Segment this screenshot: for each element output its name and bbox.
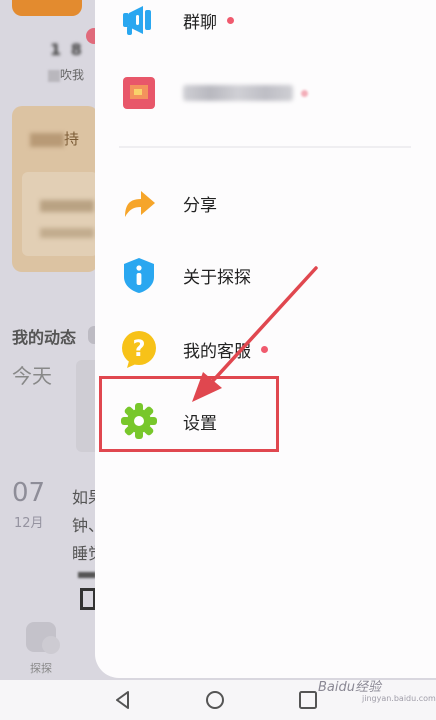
- recents-icon[interactable]: [298, 690, 318, 710]
- back-icon[interactable]: [113, 690, 133, 710]
- annotation-arrow: [192, 266, 318, 402]
- watermark: Baidu经验: [318, 680, 381, 695]
- watermark-url: jingyan.baidu.com: [362, 694, 436, 703]
- home-icon[interactable]: [205, 690, 225, 710]
